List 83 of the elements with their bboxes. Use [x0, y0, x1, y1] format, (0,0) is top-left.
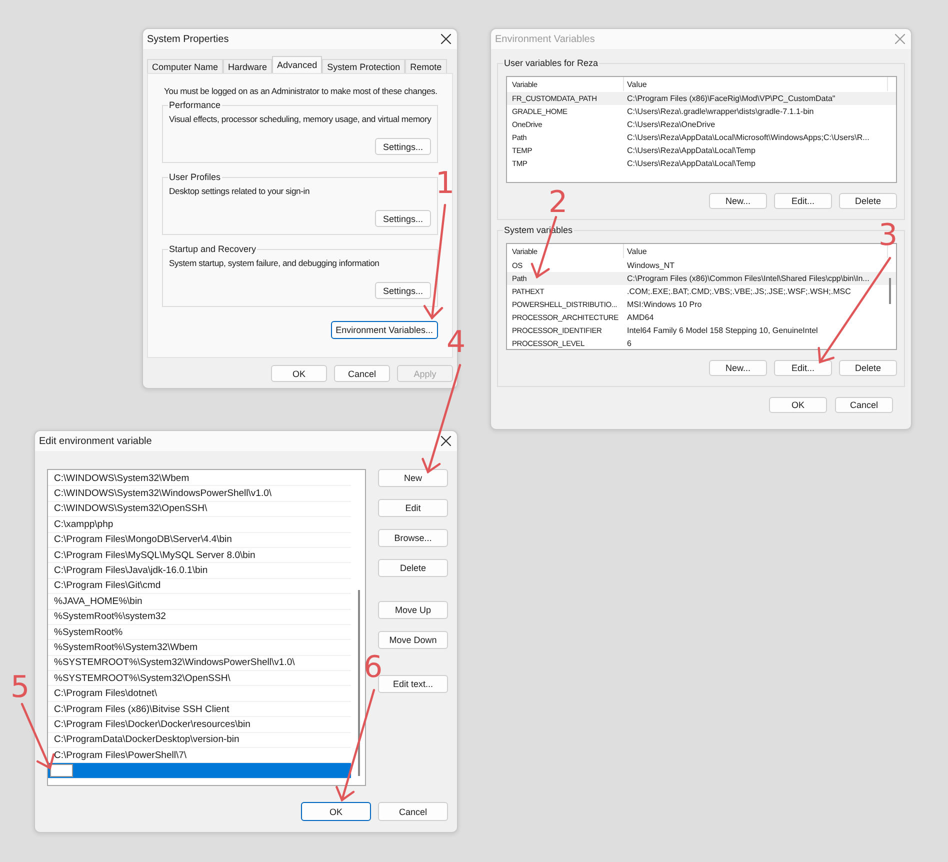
path-entry[interactable]: C:\Program Files\MySQL\MySQL Server 8.0\bin	[48, 548, 351, 564]
step-number: 1	[435, 166, 455, 201]
environment-variables-button[interactable]: Environment Variables...	[330, 321, 438, 339]
path-entry[interactable]: C:\WINDOWS\System32\OpenSSH\	[48, 502, 351, 518]
side-button[interactable]: Move Down	[378, 631, 448, 649]
side-button[interactable]: New	[378, 469, 448, 487]
path-entry[interactable]: C:\Program Files\Docker\Docker\resources\bin	[48, 717, 351, 733]
dialog-button[interactable]: Cancel	[835, 397, 893, 413]
notice-text: You must be logged on as an Administrator to make most of these changes.	[164, 86, 438, 96]
side-button[interactable]: Browse...	[378, 529, 448, 547]
variable-value: C:\Users\Reza\OneDrive	[626, 120, 716, 129]
dialog-button[interactable]: Edit...	[774, 360, 832, 376]
group-title: User variables for Reza	[503, 58, 600, 68]
step-number: 5	[10, 670, 30, 705]
variable-value: C:\Users\Reza\.gradle\wrapper\dists\gradle-7.1.1-bin	[626, 107, 815, 116]
path-entry[interactable]: %JAVA_HOME%\bin	[48, 594, 351, 610]
dialog-button[interactable]: OK	[301, 802, 371, 821]
dialog-button[interactable]: OK	[271, 365, 327, 382]
variable-value: C:\Program Files (x86)\FaceRig\Mod\VP\PC_CustomData"	[626, 94, 836, 103]
scrollbar-thumb[interactable]	[358, 590, 360, 776]
variable-value: MSI:Windows 10 Pro	[626, 300, 703, 309]
settings-button[interactable]: Settings...	[375, 282, 431, 299]
group-description: Visual effects, processor scheduling, memory usage, and virtual memory	[169, 114, 432, 124]
window-title: Edit environment variable	[39, 436, 152, 446]
variable-value: .COM;.EXE;.BAT;.CMD;.VBS;.VBE;.JS;.JSE;.WSF;.WSH;.MSC	[626, 287, 852, 296]
side-button[interactable]: Edit text...	[378, 675, 448, 693]
path-entry[interactable]: %SYSTEMROOT%\System32\WindowsPowerShell\v1.0\	[48, 656, 351, 672]
input-field[interactable]	[50, 764, 73, 778]
group-title: Performance	[168, 100, 222, 110]
group-description: Desktop settings related to your sign-in	[169, 186, 310, 196]
path-entry[interactable]: C:\WINDOWS\System32\Wbem	[48, 471, 351, 486]
close-icon[interactable]	[441, 34, 451, 44]
variable-value: C:\Users\Reza\AppData\Local\Temp	[626, 159, 756, 168]
path-entry[interactable]: C:\ProgramData\DockerDesktop\version-bin	[48, 732, 351, 748]
window-title: Environment Variables	[495, 34, 595, 44]
selected-row[interactable]	[48, 763, 351, 779]
variable-value: Windows_NT	[626, 261, 676, 270]
path-entry[interactable]: C:\Program Files\Java\jdk-16.0.1\bin	[48, 563, 351, 579]
variable-value: C:\Program Files (x86)\Common Files\Intel\Shared Files\cpp\bin\In...	[626, 274, 870, 283]
dialog-button[interactable]: Edit...	[774, 193, 832, 209]
step-number: 4	[446, 325, 466, 360]
side-button[interactable]: Edit	[378, 499, 448, 517]
arrow	[20, 702, 55, 770]
column-header[interactable]: Value	[624, 244, 888, 258]
dialog-button[interactable]: New...	[709, 193, 767, 209]
path-entry[interactable]: %SystemRoot%	[48, 624, 351, 640]
path-entry[interactable]: C:\Program Files\dotnet\	[48, 686, 351, 702]
path-entry[interactable]: C:\xampp\php	[48, 517, 351, 533]
path-entry[interactable]: C:\Program Files (x86)\Bitvise SSH Client	[48, 702, 351, 718]
dialog-button[interactable]: OK	[769, 397, 827, 413]
settings-button[interactable]: Settings...	[375, 210, 431, 227]
dialog-button[interactable]: Delete	[839, 193, 897, 209]
tab[interactable]: System Protection	[322, 59, 406, 73]
group-title: Startup and Recovery	[168, 244, 258, 254]
variable-value: 6	[626, 339, 632, 348]
scrollbar-thumb[interactable]	[889, 278, 891, 304]
column-header[interactable]: Value	[624, 77, 888, 91]
path-entry[interactable]: C:\Program Files\MongoDB\Server\4.4\bin	[48, 532, 351, 548]
variable-value: AMD64	[626, 313, 655, 322]
group-title: User Profiles	[168, 172, 222, 182]
window-title: System Properties	[147, 34, 229, 44]
close-icon[interactable]	[441, 436, 451, 446]
variable-value: C:\Users\Reza\AppData\Local\Microsoft\WindowsApps;C:\Users\R...	[626, 133, 870, 142]
dialog-button[interactable]: Delete	[839, 360, 897, 376]
tab[interactable]: Computer Name	[147, 59, 224, 73]
dialog-button[interactable]: New...	[709, 360, 767, 376]
variable-value: C:\Users\Reza\AppData\Local\Temp	[626, 146, 756, 155]
path-entry[interactable]: C:\Program Files\Git\cmd	[48, 578, 351, 594]
settings-button[interactable]: Settings...	[375, 138, 431, 155]
step-number: 2	[548, 185, 568, 220]
path-entry[interactable]: %SystemRoot%\System32\Wbem	[48, 640, 351, 656]
group-description: System startup, system failure, and debugging information	[169, 258, 380, 268]
side-button[interactable]: Delete	[378, 559, 448, 577]
tab[interactable]: Remote	[405, 59, 447, 73]
tab[interactable]: Hardware	[223, 59, 272, 73]
path-entry[interactable]: C:\WINDOWS\System32\WindowsPowerShell\v1.0\	[48, 486, 351, 502]
side-button[interactable]: Move Up	[378, 601, 448, 619]
dialog-button[interactable]: Cancel	[378, 802, 448, 821]
tab[interactable]: Advanced	[272, 56, 322, 73]
path-entry[interactable]: %SYSTEMROOT%\System32\OpenSSH\	[48, 671, 351, 686]
variable-value: Intel64 Family 6 Model 158 Stepping 10, GenuineIntel	[626, 326, 819, 335]
dialog-button[interactable]: Cancel	[334, 365, 390, 382]
path-entry[interactable]: %SystemRoot%\system32	[48, 610, 351, 625]
